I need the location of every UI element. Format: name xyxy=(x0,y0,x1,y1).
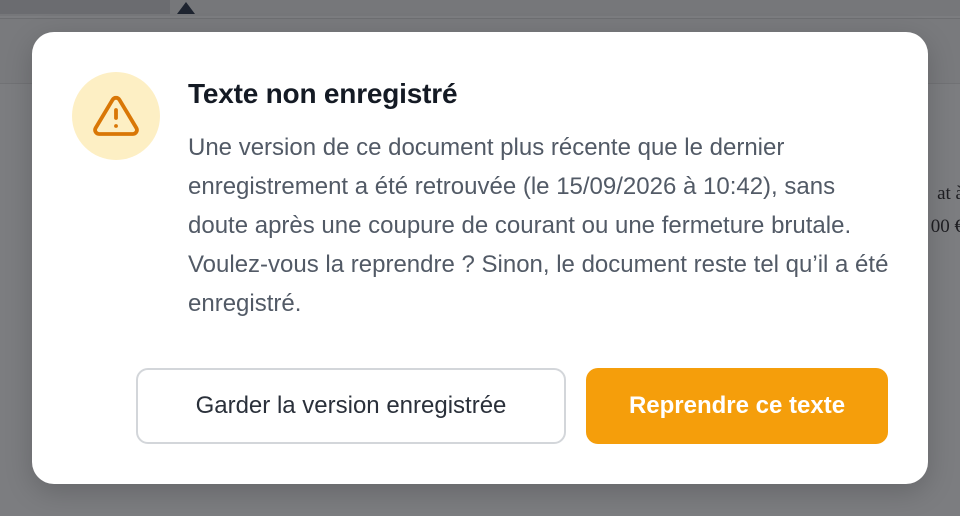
background-document-text: 00 € xyxy=(930,216,960,237)
restore-text-button[interactable]: Reprendre ce texte xyxy=(586,368,888,444)
dialog-message: Une version de ce document plus récente … xyxy=(188,134,889,317)
dialog-title: Texte non enregistré xyxy=(188,78,458,109)
background-app-topbar xyxy=(0,0,960,16)
warning-triangle-icon xyxy=(93,95,139,136)
background-document-text: at à xyxy=(937,183,960,204)
background-active-tab xyxy=(0,0,170,14)
keep-saved-version-button[interactable]: Garder la version enregistrée xyxy=(136,368,566,444)
unsaved-text-dialog: Texte non enregistré Une version de ce d… xyxy=(32,32,928,484)
caret-up-icon xyxy=(177,2,195,14)
warning-icon-badge xyxy=(72,72,160,160)
